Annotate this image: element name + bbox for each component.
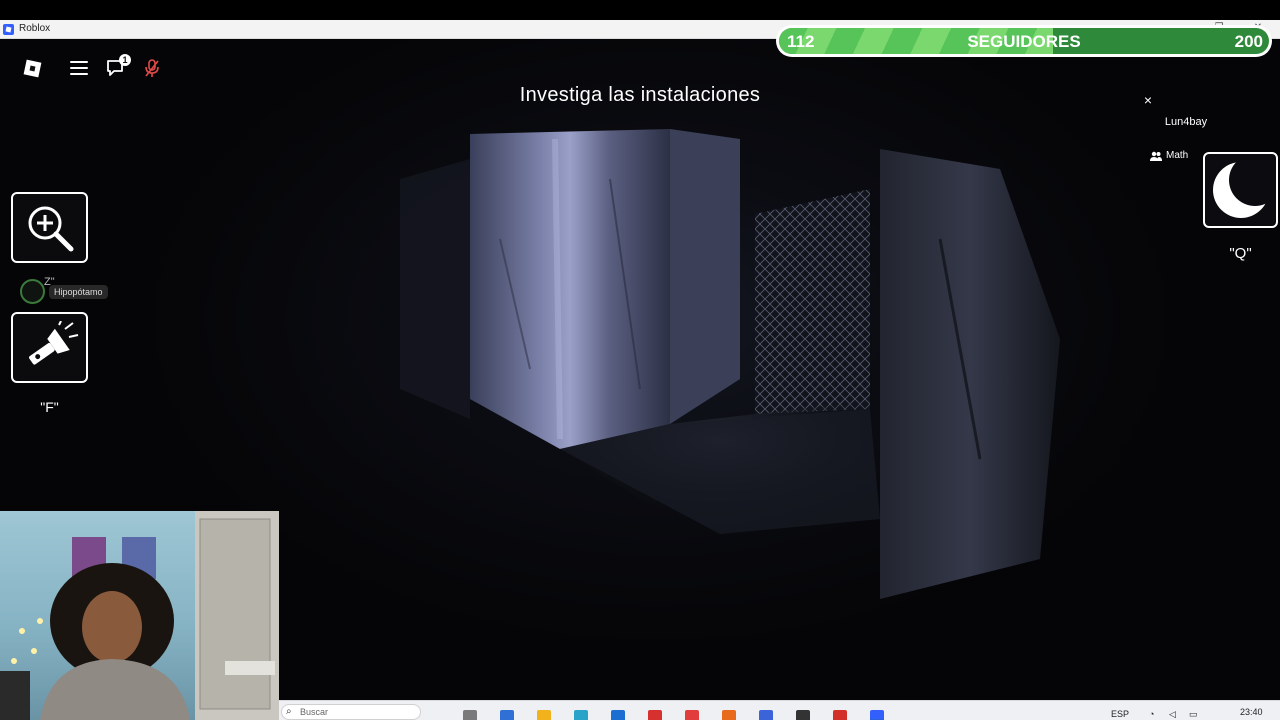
player-list-close-button[interactable]: ×: [1141, 92, 1155, 108]
follower-goal: 200: [1234, 32, 1263, 51]
taskbar-app-icon[interactable]: [463, 710, 477, 720]
flashlight-icon: [28, 320, 78, 365]
taskbar-app-icon[interactable]: [870, 710, 884, 720]
hamburger-icon: [70, 61, 88, 75]
teammate-name: Hipopótamo: [49, 284, 108, 299]
team-name: Math: [1166, 150, 1189, 161]
webcam-feed-illustration: [0, 511, 279, 720]
microphone-muted-icon: [145, 59, 159, 77]
taskbar-search-box[interactable]: ⌕ Buscar: [281, 704, 421, 720]
chat-unread-badge: 1: [119, 54, 131, 66]
team-label: Math: [1150, 150, 1188, 161]
flashlight-tool-button[interactable]: [11, 312, 88, 383]
roblox-window: Roblox — ❐ ✕: [0, 0, 1280, 720]
taskbar-app-icon[interactable]: [611, 710, 625, 720]
roblox-logo-icon: [23, 59, 41, 77]
streamer-webcam: [0, 511, 279, 720]
voice-mic-button[interactable]: [139, 56, 165, 80]
roblox-app-icon: [3, 24, 14, 35]
tray-language[interactable]: ESP: [1111, 709, 1129, 719]
teammate-ring: [20, 279, 45, 304]
moon-icon: [1212, 158, 1273, 218]
moon-ability-button[interactable]: [1203, 152, 1278, 228]
hamburger-menu-button[interactable]: [66, 56, 92, 80]
magnifier-zoom-icon: [28, 206, 73, 251]
zoom-tool-button[interactable]: [11, 192, 88, 263]
taskbar-app-icon[interactable]: [648, 710, 662, 720]
letterbox-top: [0, 0, 1280, 20]
flashlight-key: "F": [40, 399, 59, 415]
objective-text: Investiga las instalaciones: [519, 84, 761, 106]
taskbar-app-icon[interactable]: [796, 710, 810, 720]
windows-taskbar: ⌕ Buscar ESP ◔ ◁ ▭: [279, 700, 1280, 720]
taskbar-app-icon[interactable]: [833, 710, 847, 720]
roblox-menu-button[interactable]: [19, 56, 45, 80]
taskbar-search-placeholder: Buscar: [300, 707, 329, 717]
taskbar-app-icon[interactable]: [574, 710, 588, 720]
taskbar-clock[interactable]: 23:40: [1240, 707, 1263, 717]
tray-battery-icon[interactable]: ▭: [1189, 709, 1198, 720]
window-title: Roblox: [19, 23, 51, 34]
teammate-indicator: Z" Hipopótamo: [20, 276, 108, 304]
taskbar-app-icon[interactable]: [537, 710, 551, 720]
follower-progress-track: 112 SEGUIDORES 200: [779, 28, 1269, 54]
chat-button[interactable]: 1: [103, 54, 131, 80]
taskbar-app-icon[interactable]: [759, 710, 773, 720]
taskbar-app-icon[interactable]: [500, 710, 514, 720]
tray-volume-icon[interactable]: ◁: [1169, 709, 1176, 720]
player-list-entry[interactable]: Lun4bay: [1140, 116, 1232, 128]
search-icon: ⌕: [286, 706, 292, 717]
follower-label: SEGUIDORES: [967, 32, 1081, 51]
teammate-key: Z": [44, 276, 55, 288]
follower-goal-bar: 112 SEGUIDORES 200: [776, 25, 1272, 57]
tray-network-icon[interactable]: ◔: [1149, 709, 1154, 719]
team-people-icon: [1150, 151, 1162, 161]
moon-ability-key: "Q": [1229, 245, 1252, 262]
taskbar-app-icon[interactable]: [722, 710, 736, 720]
taskbar-app-icon[interactable]: [685, 710, 699, 720]
